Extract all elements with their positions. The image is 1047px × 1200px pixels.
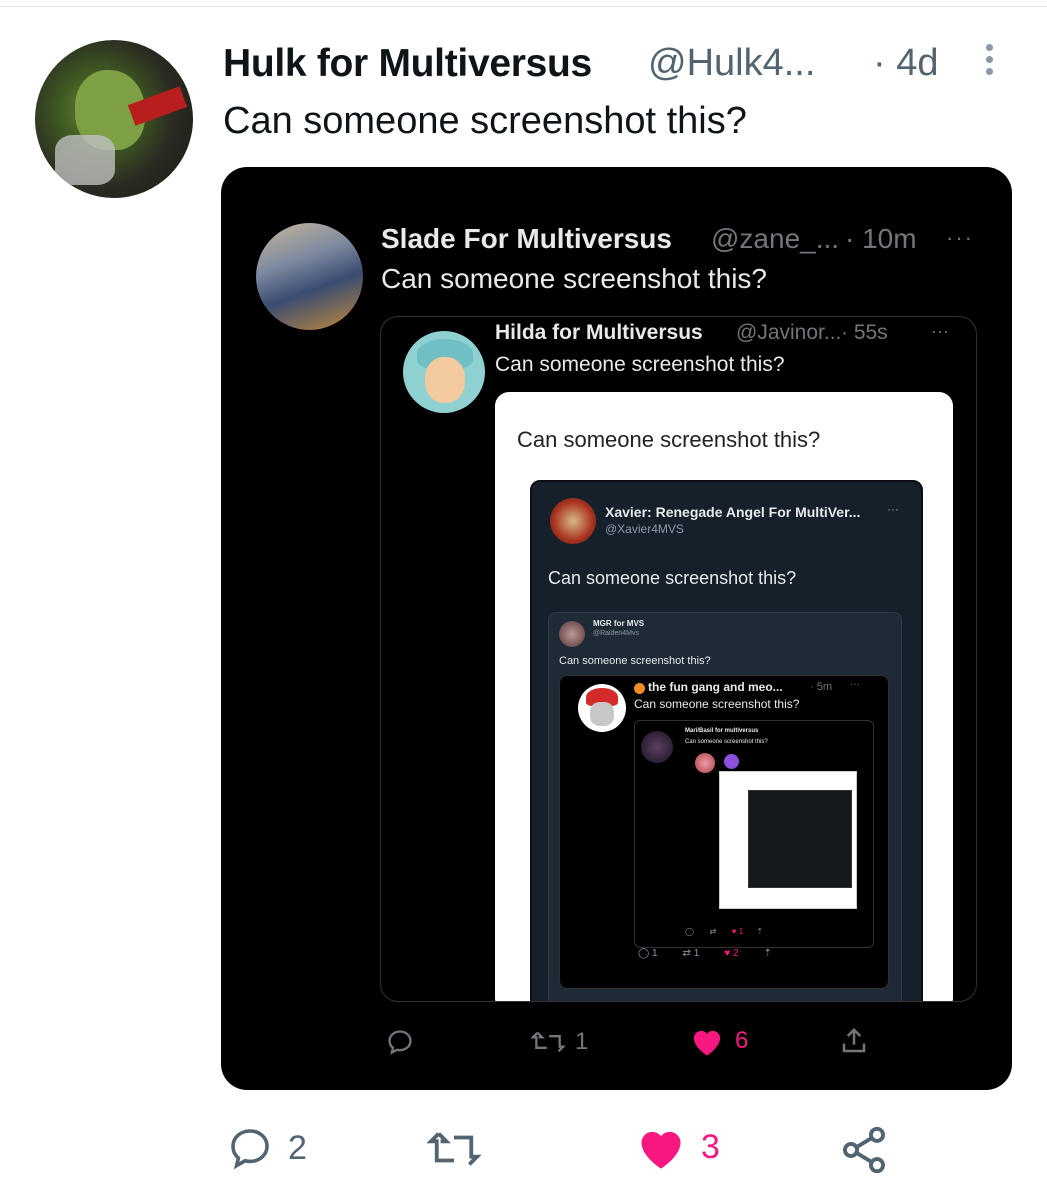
quote8-avatar [724,754,739,769]
share-button[interactable] [838,1124,890,1176]
quote2-text: Can someone screenshot this? [495,353,785,376]
quote3-avatar [550,498,596,544]
top-divider [0,6,1047,7]
heart-icon: 6 [689,1025,748,1057]
more-horizontal-icon: ··· [887,502,899,516]
quote2-author-handle: @Javinor... [736,321,842,344]
quote6-like-count: 1 [738,927,744,936]
quote2-image-text: Can someone screenshot this? [517,427,821,452]
share-icon [839,1026,869,1056]
pumpkin-icon [634,683,645,694]
quote2-avatar [403,331,485,413]
quote3-card: Xavier: Renegade Angel For MultiVer... @… [530,480,923,1001]
quote8-image [748,790,852,888]
post-action-bar: 2 3 [220,1118,920,1178]
quote5-like-count: 2 [733,948,739,959]
retweet-icon: 1 [531,1028,588,1056]
quote4-card: MGR for MVS @Raiden4Mvs Can someone scre… [548,612,902,1001]
quote5-author-name: the fun gang and meo... [648,680,783,694]
quote1-avatar [256,223,363,330]
author-avatar[interactable] [35,40,193,198]
more-horizontal-icon: ··· [931,321,949,341]
post-time[interactable]: · 4d [873,42,938,85]
quote6-author-name: Mari/Basil for multiversus [685,728,759,734]
quote4-author-name: MGR for MVS [593,619,645,628]
quote3-author-handle: @Xavier4MVS [605,522,684,536]
quote5-text: Can someone screenshot this? [634,697,800,711]
quote1-author-handle: @zane_... [711,223,840,254]
quote5-avatar [578,684,626,732]
quote5-action-bar: ◯ 1 ⇄ 1 ♥ 2 ⇡ [638,948,772,959]
quote5-card: the fun gang and meo... · 5m ··· Can som… [559,675,889,989]
quote6-card: Mari/Basil for multiversus Can someone s… [634,720,874,948]
like-button[interactable]: 3 [635,1122,720,1172]
quote1-time: · 10m [845,223,917,254]
retweet-icon [426,1132,482,1166]
quote6-action-bar: ◯ ⇄ ♥ 1 ⇡ [685,927,764,936]
quote2-card: Hilda for Multiversus @Javinor... · 55s … [380,316,977,1002]
quote3-text: Can someone screenshot this? [548,568,797,588]
like-count: 3 [701,1127,720,1166]
reply-icon [386,1028,414,1056]
quote4-author-handle: @Raiden4Mvs [593,630,640,637]
quote2-author-name: Hilda for Multiversus [495,321,703,344]
quote1-like-count: 6 [735,1027,749,1054]
quote1-text: Can someone screenshot this? [381,263,767,294]
quote6-avatar [641,731,673,763]
reply-button[interactable]: 2 [226,1124,307,1172]
quote1-retweet-count: 1 [575,1028,589,1055]
retweet-button[interactable] [425,1126,483,1172]
quote3-author-name: Xavier: Renegade Angel For MultiVer... [605,504,861,520]
quote1-author-name: Slade For Multiversus [381,223,672,254]
author-handle[interactable]: @Hulk4... [648,42,815,85]
more-horizontal-icon: ··· [850,679,860,690]
quote2-image: Can someone screenshot this? Xavier: Ren… [495,392,953,1001]
author-name[interactable]: Hulk for Multiversus [223,42,592,86]
share-icon [842,1126,886,1174]
quote5-retweet-count: 1 [693,948,700,959]
quote2-time: · 55s [841,321,888,344]
quote4-avatar [559,621,585,647]
reply-count: 2 [288,1128,307,1167]
more-horizontal-icon: ··· [946,225,974,250]
quote1-action-bar: 1 6 [381,1022,941,1062]
quote7-avatar [695,753,715,773]
quote6-text: Can someone screenshot this? [685,739,768,745]
post-text: Can someone screenshot this? [223,100,747,142]
quote7-image [719,754,857,909]
heart-icon [641,1131,681,1169]
reply-icon [231,1129,269,1170]
quote5-time: · 5m [810,681,832,693]
more-vertical-icon[interactable] [980,40,998,84]
quote5-reply-count: 1 [651,948,658,959]
quote4-text: Can someone screenshot this? [559,655,711,667]
attached-image[interactable]: Slade For Multiversus @zane_... · 10m ··… [221,167,1012,1090]
